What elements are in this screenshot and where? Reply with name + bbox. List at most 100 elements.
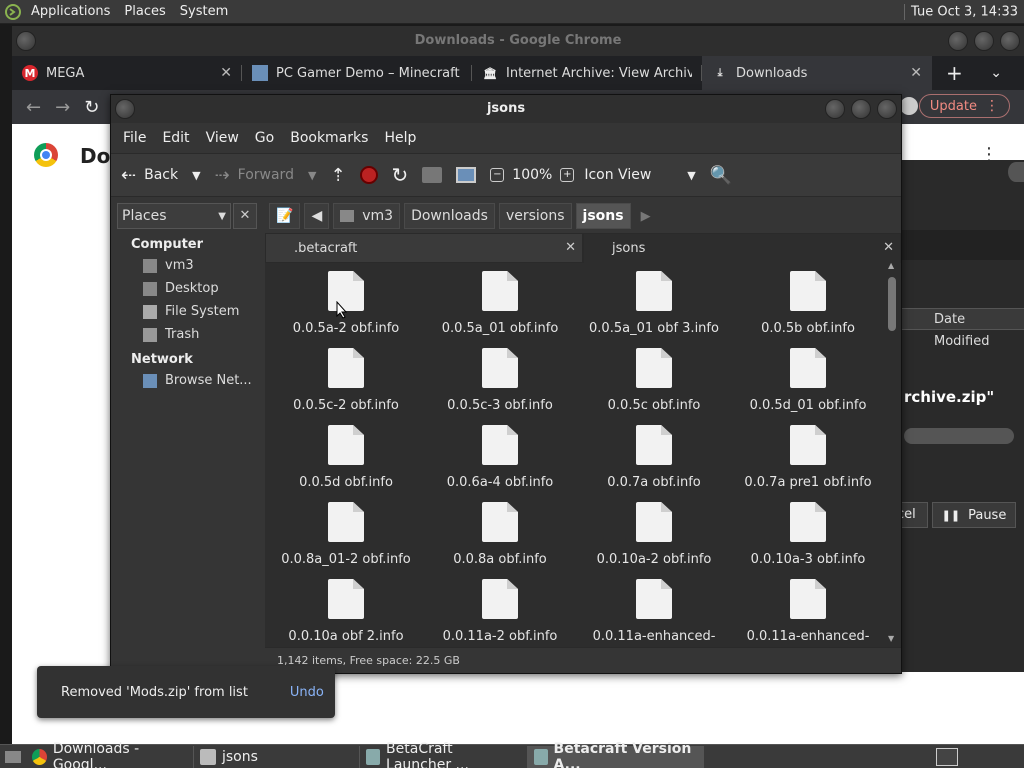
home-button[interactable] <box>422 167 443 183</box>
search-button[interactable]: 🔍 <box>710 165 732 186</box>
view-mode-select[interactable]: Icon View ▼ <box>584 167 695 183</box>
tab-pc-gamer[interactable]: PC Gamer Demo – Minecraft <box>242 56 472 90</box>
menu-edit[interactable]: Edit <box>154 130 197 146</box>
path-scroll-right-icon[interactable]: ▶ <box>641 209 651 224</box>
close-tab-icon[interactable]: ✕ <box>883 240 894 255</box>
minimize-button[interactable] <box>948 31 968 51</box>
file-item[interactable]: 0.0.10a-2 obf.info <box>577 498 731 575</box>
back-arrow-icon[interactable]: ← <box>26 97 41 118</box>
file-item[interactable]: 0.0.5a_01 obf.info <box>423 267 577 344</box>
sidebar-item-vm3[interactable]: vm3 <box>115 252 259 275</box>
taskbar-item[interactable]: Betacraft Version A... <box>528 741 704 768</box>
path-segment-downloads[interactable]: Downloads <box>404 203 495 229</box>
fm-tabs: .betacraft ✕ jsons ✕ <box>265 233 901 263</box>
close-button[interactable] <box>877 99 897 119</box>
path-segment-versions[interactable]: versions <box>498 203 572 229</box>
tab-betacraft[interactable]: .betacraft ✕ <box>265 233 583 263</box>
file-item[interactable]: 0.0.5c obf.info <box>577 344 731 421</box>
vertical-scrollbar[interactable]: ▲ ▼ <box>887 261 897 643</box>
sidebar-selector[interactable]: Places ▼ <box>117 203 231 229</box>
sidebar-item-browse-network[interactable]: Browse Net... <box>115 367 259 390</box>
taskbar-item[interactable]: Downloads - Googl... <box>26 741 194 768</box>
maximize-button[interactable] <box>851 99 871 119</box>
close-button[interactable] <box>1000 31 1020 51</box>
computer-button[interactable] <box>456 167 477 183</box>
back-label: Back <box>144 167 179 183</box>
file-item[interactable]: 0.0.11a-enhanced- <box>731 575 885 641</box>
taskbar-item[interactable]: BetaCraft Launcher ... <box>360 741 528 768</box>
menu-system[interactable]: System <box>173 4 235 19</box>
file-item[interactable]: 0.0.11a-2 obf.info <box>423 575 577 641</box>
back-button[interactable]: ⇠ Back ▼ <box>121 165 201 186</box>
file-item[interactable]: 0.0.7a obf.info <box>577 421 731 498</box>
maximize-button[interactable] <box>974 31 994 51</box>
bottom-panel-handle[interactable] <box>0 746 26 768</box>
up-button[interactable]: ⇡ <box>330 165 345 186</box>
side-window-close-button[interactable] <box>1008 162 1024 182</box>
date-modified-header[interactable]: Date Modified <box>890 308 1024 349</box>
profile-avatar-icon[interactable] <box>900 97 918 115</box>
close-tab-icon[interactable]: ✕ <box>910 65 922 81</box>
path-scroll-left-button[interactable]: ◀ <box>304 203 330 229</box>
undo-button[interactable]: Undo <box>290 685 324 700</box>
zoom-in-icon[interactable]: + <box>560 168 575 182</box>
panel-clock[interactable]: Tue Oct 3, 14:33 <box>904 3 1024 20</box>
update-button[interactable]: Update ⋮ <box>918 94 1010 118</box>
tab-search-chevron-icon[interactable]: ⌄ <box>990 65 1002 81</box>
forward-label: Forward <box>237 167 294 183</box>
path-segment-jsons[interactable]: jsons <box>575 203 631 229</box>
menu-places[interactable]: Places <box>117 4 172 19</box>
file-item[interactable]: 0.0.8a obf.info <box>423 498 577 575</box>
forward-button[interactable]: ⇢ Forward ▼ <box>215 165 317 186</box>
path-segment-vm3[interactable]: vm3 <box>333 203 401 229</box>
file-item[interactable]: 0.0.5c-2 obf.info <box>269 344 423 421</box>
distro-logo-icon[interactable] <box>2 1 24 23</box>
file-item[interactable]: 0.0.10a obf 2.info <box>269 575 423 641</box>
workspace-switcher[interactable] <box>936 747 958 766</box>
menu-view[interactable]: View <box>198 130 247 146</box>
tab-mega[interactable]: M MEGA ✕ <box>12 56 242 90</box>
forward-dropdown-icon[interactable]: ▼ <box>308 169 316 182</box>
file-item[interactable]: 0.0.10a-3 obf.info <box>731 498 885 575</box>
minimize-button[interactable] <box>825 99 845 119</box>
sidebar-item-filesystem[interactable]: File System <box>115 298 259 321</box>
forward-arrow-icon[interactable]: → <box>55 97 70 118</box>
close-sidebar-button[interactable]: ✕ <box>233 203 257 229</box>
menu-help[interactable]: Help <box>376 130 424 146</box>
file-item[interactable]: 0.0.11a-enhanced- <box>577 575 731 641</box>
sidebar-item-desktop[interactable]: Desktop <box>115 275 259 298</box>
close-tab-icon[interactable]: ✕ <box>565 240 576 255</box>
scrollbar-thumb[interactable] <box>888 277 896 331</box>
menu-bookmarks[interactable]: Bookmarks <box>282 130 376 146</box>
zoom-out-icon[interactable]: − <box>490 168 505 182</box>
back-dropdown-icon[interactable]: ▼ <box>192 169 200 182</box>
file-item[interactable]: 0.0.8a_01-2 obf.info <box>269 498 423 575</box>
toggle-location-button[interactable]: 📝 <box>269 203 301 229</box>
menu-file[interactable]: File <box>115 130 154 146</box>
file-item[interactable]: 0.0.7a pre1 obf.info <box>731 421 885 498</box>
file-item[interactable]: 0.0.5a_01 obf 3.info <box>577 267 731 344</box>
new-tab-icon[interactable]: + <box>946 61 963 85</box>
file-item[interactable]: 0.0.5d obf.info <box>269 421 423 498</box>
reload-icon[interactable]: ↻ <box>84 97 99 118</box>
file-item[interactable]: 0.0.5d_01 obf.info <box>731 344 885 421</box>
menu-go[interactable]: Go <box>247 130 282 146</box>
scroll-down-icon[interactable]: ▼ <box>888 634 894 643</box>
file-item[interactable]: 0.0.6a-4 obf.info <box>423 421 577 498</box>
tab-downloads[interactable]: ⤓ Downloads ✕ <box>702 56 932 90</box>
close-tab-icon[interactable]: ✕ <box>220 65 232 81</box>
sidebar-item-trash[interactable]: Trash <box>115 321 259 344</box>
stop-button[interactable] <box>359 166 378 184</box>
file-item[interactable]: 0.0.5b obf.info <box>731 267 885 344</box>
window-menu-button[interactable] <box>16 31 36 51</box>
tab-internet-archive[interactable]: 🏛 Internet Archive: View Archive <box>472 56 702 90</box>
file-item[interactable]: 0.0.5c-3 obf.info <box>423 344 577 421</box>
menu-applications[interactable]: Applications <box>24 4 117 19</box>
scroll-up-icon[interactable]: ▲ <box>888 261 894 270</box>
tab-jsons[interactable]: jsons ✕ <box>583 233 901 263</box>
reload-button[interactable]: ↻ <box>392 163 409 187</box>
zoom-control[interactable]: − 100% + <box>490 167 575 183</box>
taskbar-item[interactable]: jsons <box>194 745 360 768</box>
pause-button[interactable]: ❚❚ Pause <box>932 502 1016 528</box>
window-menu-button[interactable] <box>115 99 135 119</box>
